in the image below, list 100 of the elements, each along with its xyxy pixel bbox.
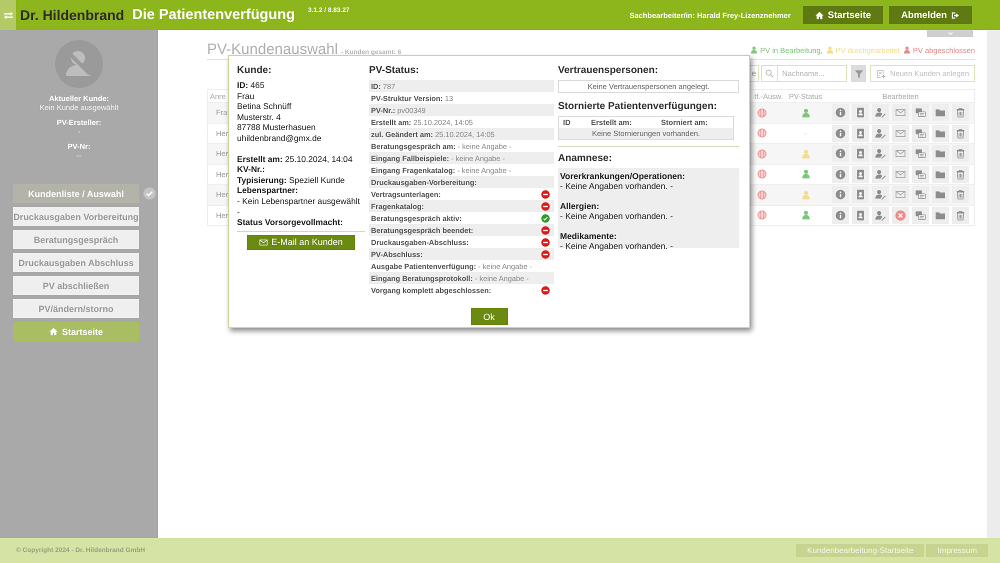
trash-icon xyxy=(955,128,966,139)
user-pen-icon xyxy=(875,148,886,160)
home-button[interactable]: Startseite xyxy=(13,322,139,341)
footer-link[interactable]: Kundenbearbeitung-Startseite xyxy=(796,544,924,557)
trash-icon xyxy=(955,210,966,221)
nav-step-button[interactable]: Druckausgaben Vorbereitung xyxy=(13,207,139,226)
contact-card-button[interactable] xyxy=(852,186,869,204)
anamnesis-text: - Keine Angaben vorhanden. - xyxy=(560,241,674,251)
info-button[interactable] xyxy=(832,206,849,224)
user-pen-icon xyxy=(875,107,886,118)
info-button[interactable] xyxy=(832,104,849,122)
customer-detail: Musterstr. 4 xyxy=(237,112,282,122)
folder-button[interactable] xyxy=(932,186,949,204)
documents-button[interactable] xyxy=(912,104,929,122)
contact-card-button[interactable] xyxy=(852,104,869,122)
user-pen-icon xyxy=(875,128,886,139)
trash-icon xyxy=(955,148,966,160)
info-icon xyxy=(835,210,846,221)
documents-button[interactable] xyxy=(912,166,929,183)
nav-step-button[interactable]: Beratungsgespräch xyxy=(13,230,139,249)
folder-icon xyxy=(935,128,946,139)
mail-button[interactable] xyxy=(892,186,909,204)
customer-detail: Status Vorsorgevollmacht: xyxy=(237,217,344,228)
customer-detail: Typisierung: Speziell Kunde xyxy=(237,174,346,186)
customer-detail: ID: 465 xyxy=(237,80,266,91)
info-button[interactable] xyxy=(832,166,849,183)
edit-person-button[interactable] xyxy=(872,145,889,162)
edit-person-button[interactable] xyxy=(872,186,889,204)
contact-card-button[interactable] xyxy=(852,124,869,142)
cards-icon xyxy=(915,148,926,160)
footer-link[interactable]: Impressum xyxy=(926,544,988,557)
delete-button[interactable] xyxy=(952,206,969,224)
id-card-icon xyxy=(855,168,866,180)
mail-button[interactable] xyxy=(892,104,909,122)
globe-icon xyxy=(756,128,766,138)
section-heading: Stornierte Patientenverfügungen: xyxy=(558,101,718,112)
search-icon xyxy=(765,69,774,78)
delete-button[interactable] xyxy=(952,186,969,204)
anamnesis-title: Medikamente: xyxy=(560,231,618,241)
cards-icon xyxy=(915,210,926,221)
app-title: Die Patientenverfügung xyxy=(132,7,295,23)
edit-person-button[interactable] xyxy=(872,206,889,224)
globe-icon xyxy=(756,108,766,118)
cards-icon xyxy=(915,107,926,118)
edit-person-button[interactable] xyxy=(872,166,889,183)
filter-button[interactable] xyxy=(851,65,866,82)
contact-card-button[interactable] xyxy=(852,166,869,183)
folder-button[interactable] xyxy=(932,145,949,162)
nav-step-button[interactable]: PV/ändern/storno xyxy=(13,299,139,318)
contact-card-button[interactable] xyxy=(852,145,869,162)
mail-button[interactable] xyxy=(892,145,909,162)
nav-step-button[interactable]: PV abschließen xyxy=(13,276,139,295)
info-button[interactable] xyxy=(832,124,849,142)
folder-icon xyxy=(935,107,946,118)
folder-icon xyxy=(935,210,946,221)
customer-detail: - xyxy=(237,206,241,218)
id-card-icon xyxy=(855,210,866,221)
delete-button[interactable] xyxy=(952,124,969,142)
contact-card-button[interactable] xyxy=(852,206,869,224)
folder-button[interactable] xyxy=(932,206,949,224)
documents-button[interactable] xyxy=(912,186,929,204)
folder-icon xyxy=(935,189,946,200)
trash-icon xyxy=(955,107,966,118)
info-button[interactable] xyxy=(832,145,849,162)
mail-button[interactable] xyxy=(892,206,909,224)
documents-button[interactable] xyxy=(912,206,929,224)
brand-name: Dr. Hildenbrand xyxy=(20,7,124,23)
cards-icon xyxy=(915,168,926,180)
nav-step-button[interactable]: Druckausgaben Abschluss xyxy=(13,253,139,272)
delete-button[interactable] xyxy=(952,145,969,162)
customer-detail: KV-Nr.: xyxy=(237,164,266,175)
delete-button[interactable] xyxy=(952,104,969,122)
nav-step-button[interactable]: Kundenliste / Auswahl xyxy=(13,184,139,203)
user-pen-icon xyxy=(875,210,886,221)
info-icon xyxy=(835,148,846,160)
folder-button[interactable] xyxy=(932,104,949,122)
swap-button[interactable] xyxy=(0,0,16,30)
funnel-icon xyxy=(854,68,864,78)
mail-button[interactable] xyxy=(892,166,909,183)
user-pen-icon xyxy=(875,168,886,180)
customer-detail: Lebenspartner: xyxy=(237,185,299,196)
section-heading: Kunde: xyxy=(237,65,272,76)
customer-detail: 87788 Musterhasuen xyxy=(237,122,317,133)
email-button[interactable]: E-Mail an Kunden xyxy=(247,234,355,250)
cards-icon xyxy=(915,189,926,200)
cards-icon xyxy=(915,128,926,139)
mail-button[interactable] xyxy=(892,124,909,142)
edit-person-button[interactable] xyxy=(872,124,889,142)
id-card-icon xyxy=(855,148,866,160)
documents-button[interactable] xyxy=(912,124,929,142)
home-icon xyxy=(48,327,58,336)
envelope-icon xyxy=(259,238,268,247)
section-heading: Vertrauenspersonen: xyxy=(558,65,660,76)
folder-button[interactable] xyxy=(932,124,949,142)
documents-button[interactable] xyxy=(912,145,929,162)
ok-button[interactable]: Ok xyxy=(470,308,508,325)
folder-button[interactable] xyxy=(932,166,949,183)
delete-button[interactable] xyxy=(952,166,969,183)
edit-person-button[interactable] xyxy=(872,104,889,122)
info-button[interactable] xyxy=(832,186,849,204)
